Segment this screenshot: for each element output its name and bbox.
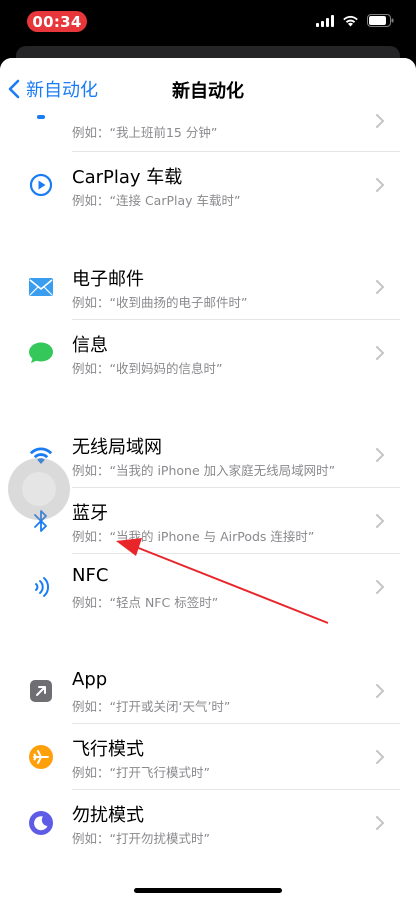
- wifi-status-icon: [343, 15, 358, 26]
- list-item-title: 飞行模式: [72, 739, 144, 760]
- list-item-subtitle: 例如：“轻点 NFC 标签时”: [72, 595, 219, 610]
- airplane-icon: [28, 744, 54, 770]
- list-item-airplane[interactable]: 飞行模式 例如：“打开飞行模式时”: [0, 724, 416, 790]
- list-item-subtitle: 例如：“连接 CarPlay 车载时”: [72, 193, 241, 208]
- chevron-right-icon: [376, 448, 384, 462]
- list-item-do-not-disturb[interactable]: 勿扰模式 例如：“打开勿扰模式时”: [0, 790, 416, 856]
- list-item-subtitle: 例如：“打开飞行模式时”: [72, 765, 210, 780]
- walking-icon: [28, 106, 54, 132]
- assistive-touch-button[interactable]: [8, 458, 70, 520]
- list-item-message[interactable]: 信息 例如：“收到妈妈的信息时”: [0, 320, 416, 386]
- list-item-subtitle: 例如：“我上班前15 分钟”: [72, 125, 218, 140]
- mail-icon: [28, 274, 54, 300]
- home-indicator[interactable]: [134, 888, 282, 893]
- moon-icon: [28, 810, 54, 836]
- chevron-right-icon: [376, 750, 384, 764]
- assistive-touch-inner: [22, 472, 56, 506]
- list-item-nfc[interactable]: NFC 例如：“轻点 NFC 标签时”: [0, 554, 416, 620]
- list-item-email[interactable]: 电子邮件 例如：“收到曲扬的电子邮件时”: [0, 254, 416, 320]
- chevron-right-icon: [376, 346, 384, 360]
- chevron-right-icon: [376, 178, 384, 192]
- list-item-app[interactable]: App 例如：“打开或关闭‘天气’时”: [0, 658, 416, 724]
- status-time[interactable]: 00:34: [27, 11, 87, 32]
- status-bar: 00:34: [0, 0, 416, 44]
- battery-icon: [367, 14, 394, 27]
- list-item-subtitle: 例如：“当我的 iPhone 加入家庭无线局域网时”: [72, 463, 336, 478]
- app-icon: [28, 678, 54, 704]
- navigation-bar: 新自动化 新自动化: [0, 58, 416, 120]
- message-icon: [28, 340, 54, 366]
- list-item-subtitle: 例如：“打开或关闭‘天气’时”: [72, 699, 231, 714]
- list-item-subtitle: 例如：“收到妈妈的信息时”: [72, 361, 223, 376]
- list-item-title: 无线局域网: [72, 437, 162, 458]
- page-title: 新自动化: [172, 81, 244, 102]
- chevron-right-icon: [376, 514, 384, 528]
- list-item-carplay[interactable]: CarPlay 车载 例如：“连接 CarPlay 车载时”: [0, 152, 416, 218]
- list-item-subtitle: 例如：“当我的 iPhone 与 AirPods 连接时”: [72, 529, 315, 544]
- nfc-icon: [28, 574, 54, 600]
- list-item-title: App: [72, 669, 108, 690]
- chevron-right-icon: [376, 816, 384, 830]
- list-item-subtitle: 例如：“收到曲扬的电子邮件时”: [72, 295, 248, 310]
- chevron-right-icon: [376, 280, 384, 294]
- list-item-title: 电子邮件: [72, 269, 144, 290]
- list-item-commute[interactable]: 例如：“我上班前15 分钟”: [0, 114, 416, 152]
- list-item-title: CarPlay 车载: [72, 167, 183, 188]
- status-icons: [316, 14, 394, 27]
- chevron-right-icon: [376, 684, 384, 698]
- list-item-title: 勿扰模式: [72, 805, 144, 826]
- chevron-right-icon: [376, 580, 384, 594]
- list-item-title: 信息: [72, 335, 108, 356]
- carplay-icon: [28, 172, 54, 198]
- signal-icon: [316, 14, 334, 27]
- list-item-title: NFC: [72, 565, 109, 586]
- list-item-subtitle: 例如：“打开勿扰模式时”: [72, 831, 210, 846]
- chevron-right-icon: [376, 114, 384, 128]
- list-item-title: 蓝牙: [72, 503, 108, 524]
